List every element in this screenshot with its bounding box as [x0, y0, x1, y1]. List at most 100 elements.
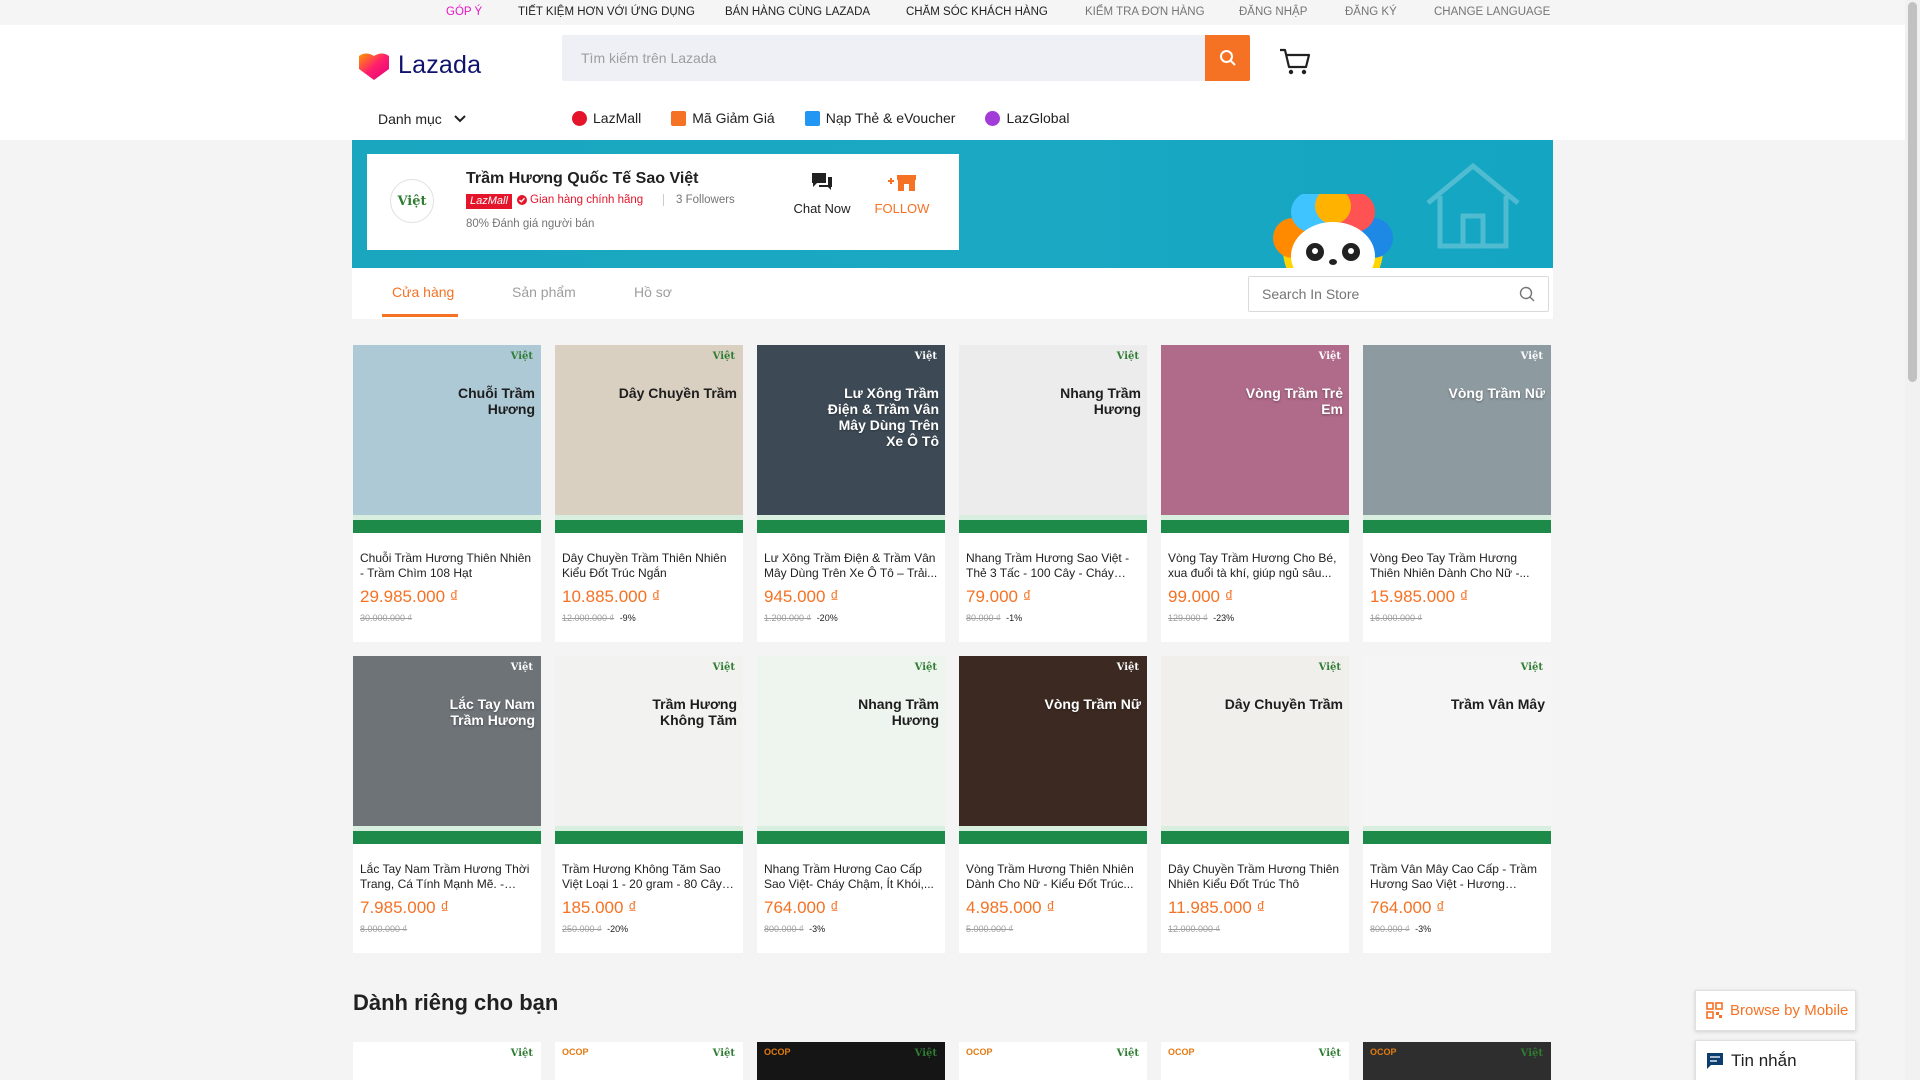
tab-store[interactable]: Cửa hàng: [392, 284, 454, 300]
search-input[interactable]: [562, 35, 1205, 81]
for-you-tile[interactable]: OCOP Việt: [1161, 1042, 1349, 1080]
image-footer-strip: [353, 520, 541, 533]
for-you-row: Việt OCOP Việt OCOP Việt OCOP Việt OCOP …: [353, 1042, 1551, 1080]
track-order-link[interactable]: KIỂM TRA ĐƠN HÀNG: [1085, 6, 1205, 18]
nav-vouchers[interactable]: Mã Giảm Giá: [671, 110, 775, 126]
messages-button[interactable]: Tin nhắn: [1695, 1040, 1856, 1080]
image-footer-strip: [353, 831, 541, 844]
product-name[interactable]: Nhang Trầm Hương Cao Cấp Sao Việt- Cháy …: [764, 862, 938, 892]
product-name[interactable]: Vòng Trầm Hương Thiên Nhiên Dành Cho Nữ …: [966, 862, 1140, 892]
customer-care-link[interactable]: CHĂM SÓC KHÁCH HÀNG: [906, 6, 1048, 18]
product-card[interactable]: Việt Nhang Trầm Hương Nhang Trầm Hương C…: [757, 656, 945, 953]
product-card[interactable]: Việt Vòng Trầm Trẻ Em Vòng Tay Trầm Hươn…: [1161, 345, 1349, 642]
image-footer-strip: [959, 520, 1147, 533]
search-bar: [562, 35, 1250, 81]
product-original-price: 129.000 ₫ -23%: [1168, 613, 1234, 623]
search-button[interactable]: [1205, 35, 1250, 81]
product-image[interactable]: Việt Trầm Hương Không Tăm: [555, 656, 743, 844]
nav-lazglobal[interactable]: LazGlobal: [985, 110, 1069, 126]
product-image-caption: Nhang Trầm Hương: [858, 696, 939, 728]
messages-label: Tin nhắn: [1731, 1050, 1797, 1070]
product-card[interactable]: Việt Lắc Tay Nam Trầm Hương Lắc Tay Nam …: [353, 656, 541, 953]
image-footer-strip: [959, 831, 1147, 844]
for-you-tile[interactable]: OCOP Việt: [959, 1042, 1147, 1080]
product-name[interactable]: Vòng Đeo Tay Trầm Hương Thiên Nhiên Dành…: [1370, 551, 1544, 581]
tab-profile[interactable]: Hồ sơ: [634, 284, 672, 300]
original-price: 80.000 ₫: [966, 613, 1001, 623]
product-image[interactable]: Việt Vòng Trầm Nữ: [959, 656, 1147, 844]
product-card[interactable]: Việt Vòng Trầm Nữ Vòng Trầm Hương Thiên …: [959, 656, 1147, 953]
product-image[interactable]: Việt Trầm Vân Mây: [1363, 656, 1551, 844]
image-footer-strip: [1363, 831, 1551, 844]
product-name[interactable]: Nhang Trầm Hương Sao Việt - Thẻ 3 Tấc - …: [966, 551, 1140, 581]
signup-link[interactable]: ĐĂNG KÝ: [1345, 6, 1397, 18]
image-footer-strip: [757, 831, 945, 844]
product-card[interactable]: Việt Nhang Trầm Hương Nhang Trầm Hương S…: [959, 345, 1147, 642]
product-image[interactable]: Việt Chuỗi Trầm Hương: [353, 345, 541, 533]
product-price: 764.000 ₫: [764, 898, 839, 917]
brand-logo: Việt: [914, 662, 937, 673]
product-card[interactable]: Việt Dây Chuyền Trầm Dây Chuyền Trầm Thi…: [555, 345, 743, 642]
brand-logo: Việt: [712, 662, 735, 673]
product-name[interactable]: Vòng Tay Trầm Hương Cho Bé, xua đuổi tà …: [1168, 551, 1342, 581]
product-image[interactable]: Việt Dây Chuyền Trầm: [555, 345, 743, 533]
category-menu[interactable]: Danh mục: [378, 111, 466, 127]
product-card[interactable]: Việt Vòng Trầm Nữ Vòng Đeo Tay Trầm Hươn…: [1363, 345, 1551, 642]
follow-button[interactable]: FOLLOW: [867, 172, 937, 216]
product-card[interactable]: Việt Lư Xông Trầm Điện & Trầm Vân Mây Dù…: [757, 345, 945, 642]
product-image[interactable]: Việt Lắc Tay Nam Trầm Hương: [353, 656, 541, 844]
search-icon[interactable]: [1519, 286, 1535, 302]
product-grid: Việt Chuỗi Trầm Hương Chuỗi Trầm Hương T…: [353, 345, 1553, 953]
store-logo-text: Việt: [397, 193, 427, 209]
product-name[interactable]: Chuỗi Trầm Hương Thiên Nhiên - Trầm Chìm…: [360, 551, 534, 581]
tab-products[interactable]: Sản phẩm: [512, 284, 576, 300]
product-card[interactable]: Việt Trầm Hương Không Tăm Trầm Hương Khô…: [555, 656, 743, 953]
feedback-link[interactable]: GÓP Ý: [446, 6, 482, 18]
product-image[interactable]: Việt Lư Xông Trầm Điện & Trầm Vân Mây Dù…: [757, 345, 945, 533]
product-name[interactable]: Trầm Vân Mây Cao Cấp - Trầm Hương Sao Vi…: [1370, 862, 1544, 892]
sell-on-lazada-link[interactable]: BÁN HÀNG CÙNG LAZADA: [725, 6, 870, 18]
cart-icon[interactable]: [1278, 47, 1312, 77]
product-original-price: 800.000 ₫ -3%: [764, 924, 825, 934]
change-language-link[interactable]: CHANGE LANGUAGE: [1434, 6, 1550, 18]
store-logo[interactable]: Việt: [390, 179, 434, 223]
product-name[interactable]: Trầm Hương Không Tăm Sao Việt Loại 1 - 2…: [562, 862, 736, 892]
lazada-logo[interactable]: Lazada: [356, 47, 481, 83]
brand-logo: Việt: [510, 1048, 533, 1059]
save-more-app-link[interactable]: TIẾT KIỆM HƠN VỚI ỨNG DỤNG: [518, 6, 695, 18]
product-card[interactable]: Việt Chuỗi Trầm Hương Chuỗi Trầm Hương T…: [353, 345, 541, 642]
official-text: Gian hàng chính hãng: [530, 194, 644, 206]
product-price: 4.985.000 ₫: [966, 898, 1056, 917]
store-search-input[interactable]: [1249, 286, 1519, 302]
product-card[interactable]: Việt Trầm Vân Mây Trầm Vân Mây Cao Cấp -…: [1363, 656, 1551, 953]
nav-topup[interactable]: Nạp Thẻ & eVoucher: [804, 110, 955, 126]
original-price: 1.200.000 ₫: [764, 613, 812, 623]
nav-label: LazMall: [593, 110, 642, 126]
for-you-tile[interactable]: OCOP Việt: [555, 1042, 743, 1080]
login-link[interactable]: ĐĂNG NHẬP: [1239, 6, 1307, 18]
for-you-tile[interactable]: OCOP Việt: [1363, 1042, 1551, 1080]
chat-now-button[interactable]: Chat Now: [787, 172, 857, 216]
chat-icon: [812, 173, 832, 190]
nav-lazmall[interactable]: LazMall: [572, 110, 641, 126]
chevron-down-icon: [454, 115, 466, 123]
product-name[interactable]: Lư Xông Trầm Điện & Trầm Vân Mây Dùng Tr…: [764, 551, 938, 581]
product-name[interactable]: Dây Chuyền Trầm Thiên Nhiên Kiểu Đốt Trú…: [562, 551, 736, 581]
product-name[interactable]: Dây Chuyền Trầm Hương Thiên Nhiên Kiểu Đ…: [1168, 862, 1342, 892]
browse-by-mobile-button[interactable]: Browse by Mobile: [1695, 990, 1856, 1031]
product-image[interactable]: Việt Vòng Trầm Nữ: [1363, 345, 1551, 533]
product-name[interactable]: Lắc Tay Nam Trầm Hương Thời Trang, Cá Tí…: [360, 862, 534, 892]
for-you-tile[interactable]: OCOP Việt: [757, 1042, 945, 1080]
product-image[interactable]: Việt Nhang Trầm Hương: [757, 656, 945, 844]
store-search-bar: [1248, 276, 1549, 312]
product-image[interactable]: Việt Vòng Trầm Trẻ Em: [1161, 345, 1349, 533]
logo-wordmark: Lazada: [398, 50, 482, 79]
scrollbar-thumb[interactable]: [1908, 2, 1917, 382]
brand-logo: Việt: [1520, 1048, 1543, 1059]
product-image[interactable]: Việt Dây Chuyền Trầm: [1161, 656, 1349, 844]
product-card[interactable]: Việt Dây Chuyền Trầm Dây Chuyền Trầm Hươ…: [1161, 656, 1349, 953]
for-you-tile[interactable]: Việt: [353, 1042, 541, 1080]
brand-logo: Việt: [1318, 1048, 1341, 1059]
product-original-price: 1.200.000 ₫ -20%: [764, 613, 838, 623]
product-image[interactable]: Việt Nhang Trầm Hương: [959, 345, 1147, 533]
